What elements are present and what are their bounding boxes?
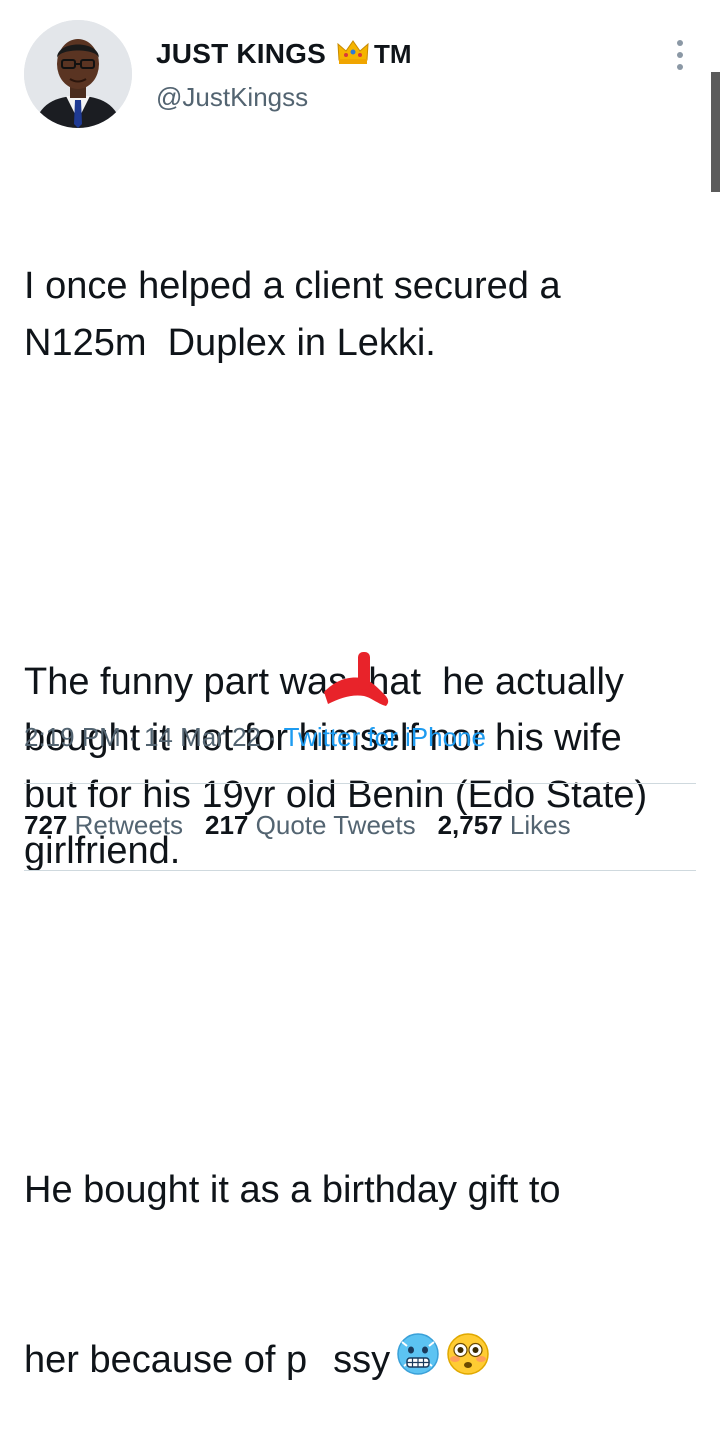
flushed-face-icon bbox=[446, 1332, 490, 1393]
tweet-time[interactable]: 2:19 PM bbox=[24, 722, 121, 752]
quote-tweets-label: Quote Tweets bbox=[255, 810, 416, 840]
tweet-stats: 727 Retweets 217 Quote Tweets 2,757 Likes bbox=[24, 810, 593, 841]
retweets-stat[interactable]: 727 Retweets bbox=[24, 810, 183, 840]
trademark-text: TM bbox=[374, 38, 412, 69]
likes-label: Likes bbox=[509, 810, 571, 840]
quote-tweets-stat[interactable]: 217 Quote Tweets bbox=[205, 810, 416, 840]
likes-stat[interactable]: 2,757 Likes bbox=[438, 810, 571, 840]
author-name-row[interactable]: JUST KINGS TM bbox=[156, 36, 412, 72]
tweet-blank-line bbox=[24, 484, 684, 541]
more-options-icon[interactable] bbox=[669, 40, 691, 70]
tweet-paragraph-1: I once helped a client secured a N125m D… bbox=[24, 265, 572, 364]
meta-separator: · bbox=[120, 722, 144, 752]
tweet-paragraph-3-line-2: her because of p ssy bbox=[24, 1332, 684, 1393]
tweet-text-fragment: ssy bbox=[333, 1338, 391, 1381]
avatar[interactable] bbox=[24, 20, 132, 128]
divider bbox=[24, 783, 696, 784]
tweet-source-link[interactable]: Twitter for iPhone bbox=[284, 722, 486, 752]
user-handle[interactable]: @JustKingss bbox=[156, 82, 308, 113]
tweet-blank-line bbox=[24, 993, 684, 1050]
redaction-mark bbox=[318, 650, 398, 715]
profile-photo bbox=[24, 20, 132, 128]
divider bbox=[24, 870, 696, 871]
retweets-label: Retweets bbox=[74, 810, 184, 840]
tweet-meta: 2:19 PM · 14 Mar 22 · Twitter for iPhone bbox=[24, 722, 486, 753]
display-name[interactable]: JUST KINGS bbox=[156, 38, 326, 70]
meta-separator: · bbox=[261, 722, 284, 752]
tweet-date[interactable]: 14 Mar 22 bbox=[144, 722, 261, 752]
scrollbar[interactable] bbox=[711, 72, 720, 192]
retweets-count: 727 bbox=[24, 810, 68, 840]
cold-face-icon bbox=[396, 1332, 440, 1393]
tweet-text-fragment: her because of p bbox=[24, 1338, 308, 1381]
tweet-text: I once helped a client secured a N125m D… bbox=[24, 145, 684, 1449]
tweet-paragraph-3-line-1: He bought it as a birthday gift to bbox=[24, 1169, 561, 1211]
quote-tweets-count: 217 bbox=[205, 810, 249, 840]
crown-icon bbox=[336, 38, 370, 71]
likes-count: 2,757 bbox=[437, 810, 503, 840]
